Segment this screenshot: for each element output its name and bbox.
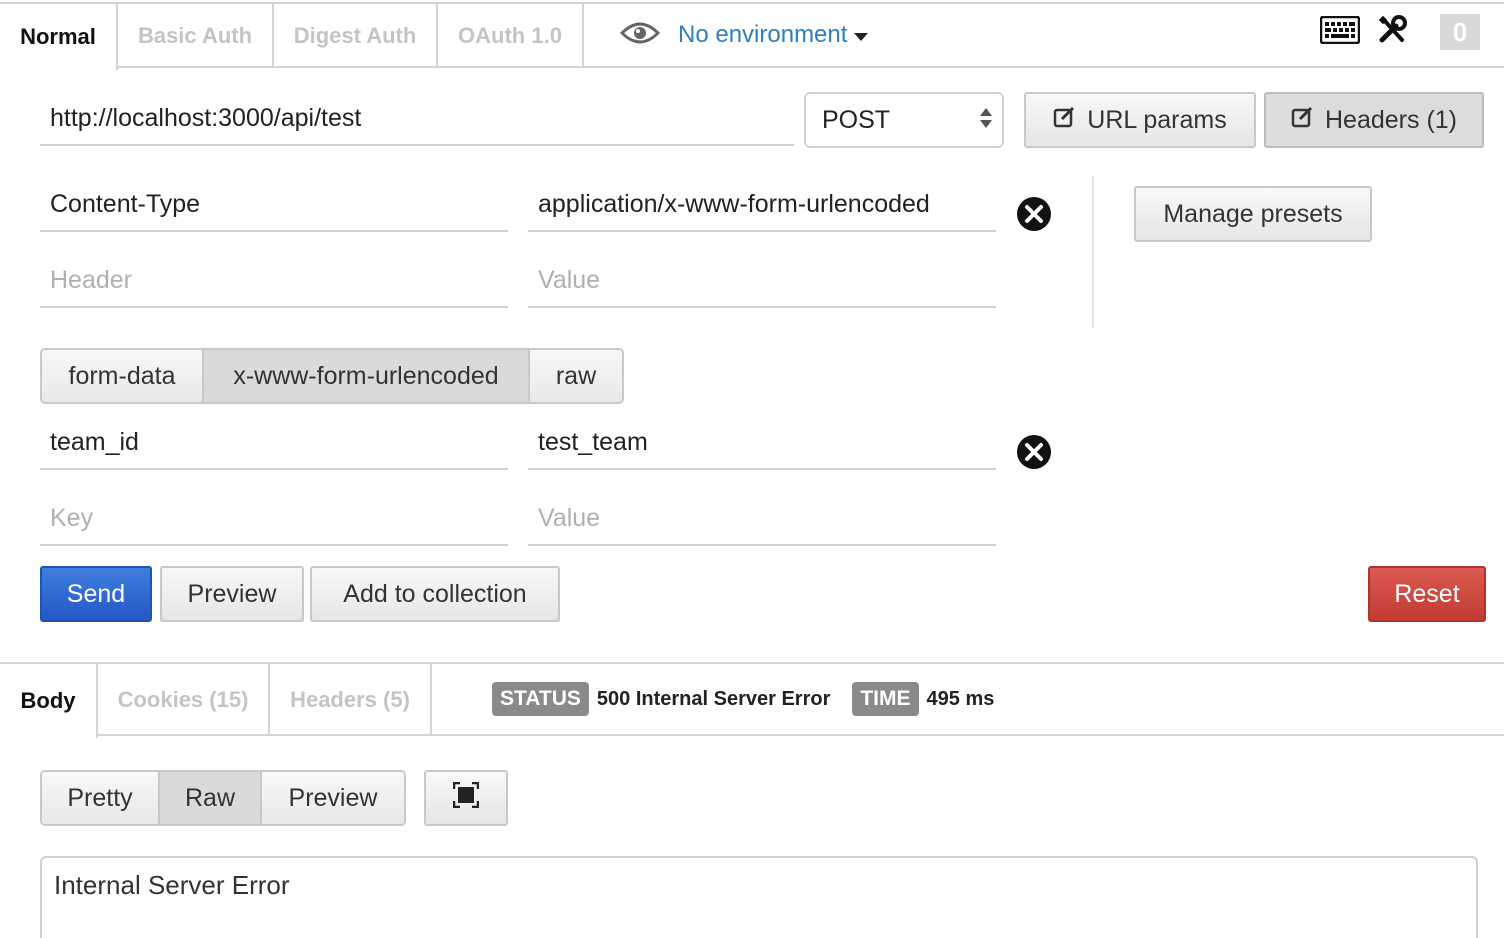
url-input[interactable]: http://localhost:3000/api/test — [40, 92, 794, 146]
environment-selector[interactable]: No environment — [619, 8, 869, 62]
headers-label: Headers (1) — [1325, 105, 1457, 134]
method-value: POST — [822, 105, 891, 134]
tab-oauth[interactable]: OAuth 1.0 — [438, 4, 584, 68]
param-value-field[interactable]: test_team — [528, 416, 996, 470]
header-key-field[interactable]: Content-Type — [40, 178, 508, 232]
time-value: 495 ms — [926, 687, 995, 710]
view-mode-selector: Pretty Raw Preview — [40, 770, 406, 826]
remove-header-icon[interactable] — [1016, 196, 1052, 232]
edit-icon — [1053, 105, 1077, 136]
url-params-label: URL params — [1087, 105, 1227, 134]
view-mode-preview[interactable]: Preview — [262, 772, 404, 824]
response-body[interactable]: Internal Server Error — [40, 856, 1478, 938]
tab-basic-auth[interactable]: Basic Auth — [118, 4, 274, 68]
add-to-collection-button[interactable]: Add to collection — [310, 566, 560, 622]
param-value-placeholder[interactable]: Value — [528, 492, 996, 546]
tab-response-headers[interactable]: Headers (5) — [270, 664, 432, 736]
response-tab-bar: Body Cookies (15) Headers (5) STATUS 500… — [0, 664, 1504, 738]
preview-button[interactable]: Preview — [160, 566, 304, 622]
headers-button[interactable]: Headers (1) — [1264, 92, 1484, 148]
fullscreen-button[interactable] — [424, 770, 508, 826]
view-mode-raw[interactable]: Raw — [160, 772, 262, 824]
param-key-field[interactable]: team_id — [40, 416, 508, 470]
body-mode-selector: form-data x-www-form-urlencoded raw — [40, 348, 624, 404]
time-label-badge: TIME — [852, 682, 919, 716]
chevron-down-icon — [854, 32, 869, 41]
header-key-placeholder[interactable]: Header — [40, 254, 508, 308]
count-badge[interactable]: 0 — [1440, 14, 1480, 50]
body-mode-form-data[interactable]: form-data — [42, 350, 204, 402]
select-arrows-icon — [980, 108, 992, 128]
tab-cookies[interactable]: Cookies (15) — [98, 664, 270, 736]
environment-label: No environment — [678, 21, 848, 48]
divider — [1092, 176, 1094, 328]
fullscreen-icon — [452, 781, 480, 815]
body-mode-raw[interactable]: raw — [530, 350, 622, 402]
response-status: STATUS 500 Internal Server Error TIME 49… — [492, 682, 1016, 716]
keyboard-icon[interactable] — [1319, 15, 1361, 49]
manage-presets-button[interactable]: Manage presets — [1134, 186, 1372, 242]
url-params-button[interactable]: URL params — [1024, 92, 1256, 148]
status-label-badge: STATUS — [492, 682, 589, 716]
method-select[interactable]: POST — [804, 92, 1004, 148]
remove-param-icon[interactable] — [1016, 434, 1052, 470]
tab-digest-auth[interactable]: Digest Auth — [274, 4, 438, 68]
param-key-placeholder[interactable]: Key — [40, 492, 508, 546]
status-value: 500 Internal Server Error — [596, 687, 831, 710]
send-button[interactable]: Send — [40, 566, 152, 622]
body-mode-urlencoded[interactable]: x-www-form-urlencoded — [204, 350, 530, 402]
header-value-placeholder[interactable]: Value — [528, 254, 996, 308]
tab-normal[interactable]: Normal — [0, 4, 118, 70]
header-value-field[interactable]: application/x-www-form-urlencoded — [528, 178, 996, 232]
reset-button[interactable]: Reset — [1368, 566, 1486, 622]
edit-icon — [1291, 105, 1315, 136]
request-tab-bar: Normal Basic Auth Digest Auth OAuth 1.0 … — [0, 4, 1504, 70]
eye-icon — [619, 21, 661, 50]
view-mode-pretty[interactable]: Pretty — [42, 772, 160, 824]
tab-body[interactable]: Body — [0, 664, 98, 738]
wrench-tools-icon[interactable] — [1376, 14, 1408, 51]
